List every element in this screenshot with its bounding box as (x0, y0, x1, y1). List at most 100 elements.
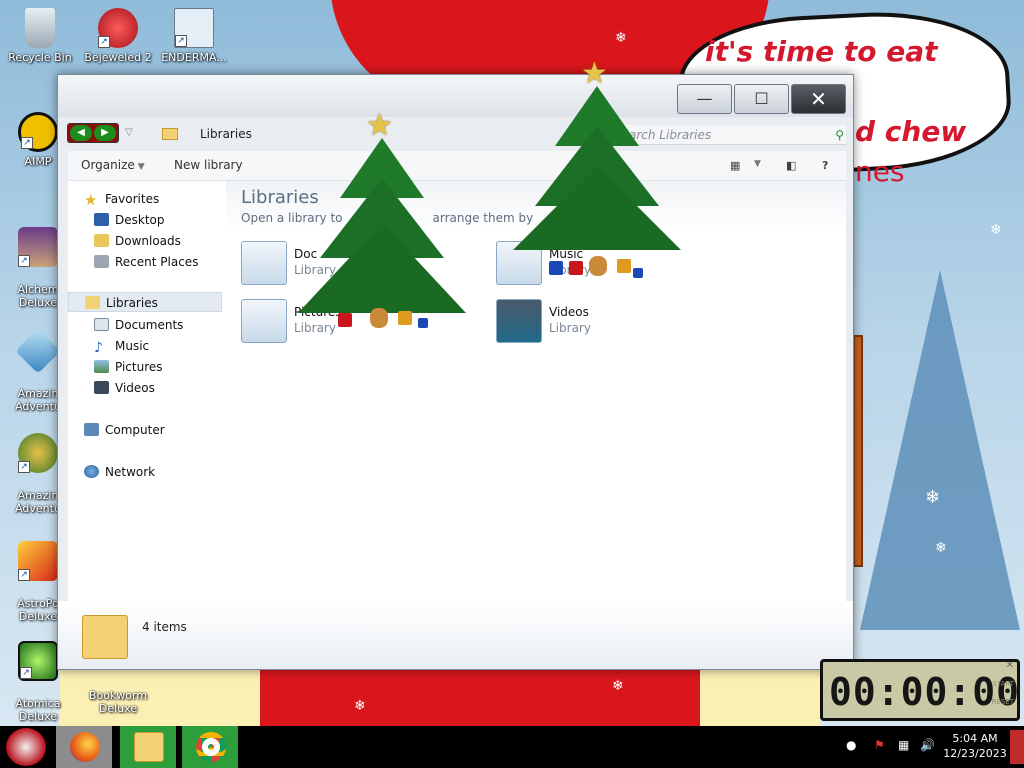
gift-icon (633, 268, 643, 278)
reset-button[interactable]: RESET (992, 698, 1014, 706)
nav-pictures[interactable]: Pictures (94, 357, 163, 377)
desktop-icon-label: ENDERMA... (161, 51, 227, 64)
desktop-icon-bejeweled[interactable]: ↗ Bejeweled 2 (80, 8, 156, 64)
navigation-pane: ★ Favorites Desktop Downloads Recent Plac… (68, 181, 226, 601)
organize-label: Organize (81, 158, 135, 172)
desktop-icon-label: Recycle Bin (8, 51, 72, 64)
wallpaper-tree (860, 270, 1020, 630)
recent-places-icon (94, 255, 109, 268)
back-arrow-icon[interactable]: ◀ (70, 125, 92, 141)
christmas-tree-gadget[interactable]: ★ (505, 56, 705, 296)
nav-favorites-label: Favorites (105, 192, 160, 206)
libraries-folder-icon (82, 615, 128, 659)
desktop-icon-bookworm[interactable]: Bookworm Deluxe (80, 676, 156, 728)
nav-music[interactable]: ♪ Music (94, 336, 149, 356)
videos-icon (94, 381, 109, 394)
view-options-dropdown-icon[interactable]: ▼ (754, 159, 761, 169)
preview-pane-icon[interactable]: ◧ (786, 159, 796, 172)
taskbar-clock[interactable]: 5:04 AM 12/23/2023 (942, 731, 1008, 761)
desktop-icon-enderman[interactable]: ↗ ENDERMA... (156, 8, 232, 64)
forward-arrow-icon[interactable]: ▶ (94, 125, 116, 141)
nav-documents[interactable]: Documents (94, 315, 183, 335)
snowflake-icon: ❄ (354, 698, 366, 714)
library-type: Library (549, 321, 591, 335)
documents-library-icon (241, 241, 287, 285)
recent-pages-dropdown-icon[interactable]: ▽ (125, 127, 133, 138)
pictures-library-icon (241, 299, 287, 343)
snowflake-icon: ❄ (925, 487, 941, 508)
nav-desktop-label: Desktop (115, 213, 165, 227)
nav-music-label: Music (115, 339, 150, 353)
library-videos[interactable]: Videos Library (496, 299, 736, 349)
desktop-icon-recycle-bin[interactable]: Recycle Bin (2, 8, 78, 64)
nav-computer[interactable]: Computer (84, 420, 165, 440)
taskbar-firefox[interactable] (56, 726, 112, 768)
gift-icon (569, 261, 583, 275)
nav-documents-label: Documents (115, 318, 184, 332)
nav-buttons: ◀ ▶ (67, 123, 119, 143)
firefox-icon (70, 732, 100, 762)
start-button[interactable]: START (992, 680, 1014, 688)
nav-desktop[interactable]: Desktop (94, 210, 165, 230)
new-library-button[interactable]: New library (174, 158, 243, 172)
snowflake-icon: ❄ (990, 222, 1002, 238)
taskbar-chrome[interactable] (182, 726, 238, 768)
wizard-icon: ↗ (18, 227, 58, 267)
nav-computer-label: Computer (105, 423, 165, 437)
start-button[interactable] (6, 728, 46, 766)
desktop-icon (94, 213, 109, 226)
network-icon (84, 465, 99, 478)
document-icon: ↗ (174, 8, 214, 48)
taskbar-explorer[interactable] (120, 726, 176, 768)
computer-icon (84, 423, 99, 436)
gift-icon (617, 259, 631, 273)
nav-videos[interactable]: Videos (94, 378, 155, 398)
explorer-icon (134, 732, 164, 762)
nav-recent-places[interactable]: Recent Places (94, 252, 198, 272)
close-button[interactable]: ✕ (791, 84, 846, 114)
taskbar: ● ⚑ ▦ 🔊 5:04 AM 12/23/2023 (0, 726, 1024, 768)
desktop-icon-label: Bookworm Deluxe (88, 689, 148, 715)
stopwatch-gadget[interactable]: ✕ 00:00:00 START RESET (820, 659, 1020, 721)
volume-icon[interactable]: 🔊 (920, 738, 935, 752)
organize-button[interactable]: Organize ▼ (81, 158, 145, 172)
nav-libraries[interactable]: Libraries (68, 292, 222, 312)
library-name: Videos (549, 305, 589, 319)
chrome-icon (196, 732, 226, 762)
show-desktop-button[interactable] (1010, 730, 1024, 764)
snowflake-icon: ❄ (615, 30, 627, 46)
clock-date: 12/23/2023 (943, 747, 1007, 760)
nav-downloads-label: Downloads (115, 234, 181, 248)
christmas-tree-gadget[interactable]: ★ (290, 108, 490, 348)
libraries-folder-icon (162, 128, 178, 140)
stopwatch-digits: 00:00:00 (829, 670, 1021, 714)
action-center-flag-icon[interactable]: ⚑ (874, 738, 885, 752)
nav-network-label: Network (105, 465, 156, 479)
snowflake-icon: ❄ (612, 678, 624, 694)
pictures-icon (94, 360, 109, 373)
nav-libraries-label: Libraries (106, 296, 158, 310)
gift-icon (338, 313, 352, 327)
change-view-icon[interactable]: ▦ (730, 159, 740, 172)
tree-layer (513, 166, 681, 250)
maximize-button[interactable]: ☐ (734, 84, 789, 114)
gift-icon (398, 311, 412, 325)
help-icon[interactable]: ? (822, 159, 828, 172)
astropop-icon: ↗ (18, 541, 58, 581)
network-tray-icon[interactable]: ▦ (898, 738, 909, 752)
nav-network[interactable]: Network (84, 462, 155, 482)
chevron-down-icon: ▼ (137, 162, 145, 172)
gift-icon (549, 261, 563, 275)
diamond-icon (15, 328, 61, 374)
nav-favorites[interactable]: ★ Favorites (84, 189, 159, 209)
item-count: 4 items (142, 620, 187, 634)
details-pane: 4 items (58, 601, 853, 669)
aimp-icon: ↗ (18, 112, 58, 152)
search-icon[interactable]: ⚲ (835, 125, 844, 145)
tray-dot-icon[interactable]: ● (846, 738, 856, 752)
desktop-icon-label: Atomica Deluxe (15, 697, 61, 723)
compass-icon: ↗ (18, 433, 58, 473)
nav-downloads[interactable]: Downloads (94, 231, 181, 251)
star-icon: ★ (84, 191, 98, 209)
wallpaper-frame (853, 335, 863, 567)
